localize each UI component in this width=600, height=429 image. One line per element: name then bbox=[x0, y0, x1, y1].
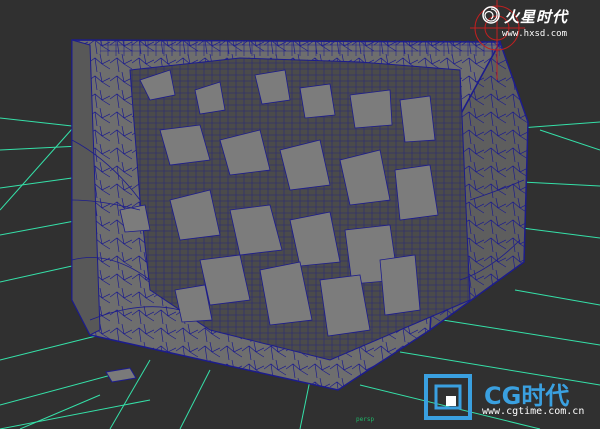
viewport-status-text: persp bbox=[356, 416, 375, 423]
watermark-hxsd: 火星时代 www.hxsd.com bbox=[482, 6, 592, 46]
top-edge-detail bbox=[100, 40, 500, 56]
fractured-block-mesh[interactable] bbox=[71, 39, 529, 391]
watermark-hxsd-url: www.hxsd.com bbox=[502, 29, 568, 39]
maya-viewport[interactable]: 火星时代 www.hxsd.com CG时代 www.cgtime.com.cn… bbox=[0, 0, 600, 429]
fallen-debris-piece[interactable] bbox=[105, 367, 137, 383]
watermark-hxsd-title: 火星时代 bbox=[504, 8, 569, 26]
watermark-cgtime: CG时代 www.cgtime.com.cn bbox=[422, 372, 600, 424]
3d-scene[interactable] bbox=[0, 0, 600, 429]
spiral-logo-icon bbox=[482, 6, 500, 24]
cg-logo-icon bbox=[424, 374, 472, 420]
watermark-cgtime-url: www.cgtime.com.cn bbox=[482, 406, 585, 417]
